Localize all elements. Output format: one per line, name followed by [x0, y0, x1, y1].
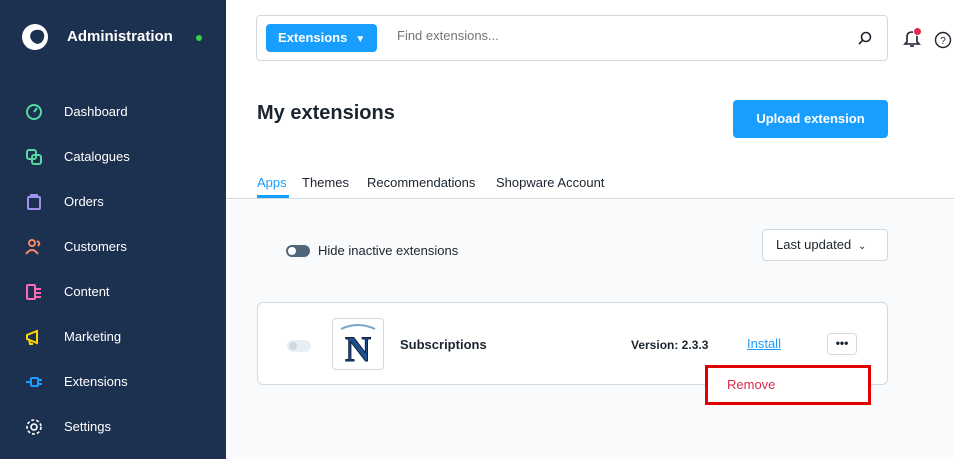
sidebar-item-label: Extensions [64, 374, 128, 389]
sidebar-item-label: Settings [64, 419, 111, 434]
sidebar-item-label: Catalogues [64, 149, 130, 164]
search-icon[interactable] [857, 30, 873, 46]
sidebar-item-extensions[interactable]: Extensions [0, 362, 226, 402]
notification-badge [913, 27, 922, 36]
sidebar-item-label: Customers [64, 239, 127, 254]
sort-select[interactable]: Last updated ⌄ [762, 229, 888, 261]
sidebar-item-label: Content [64, 284, 110, 299]
sidebar-item-content[interactable]: Content [0, 272, 226, 312]
sidebar-item-orders[interactable]: Orders [0, 182, 226, 222]
svg-text:?: ? [940, 36, 946, 47]
page-header: My extensions Upload extension Apps Them… [226, 76, 954, 199]
hide-inactive-toggle[interactable] [286, 245, 310, 257]
topbar: Extensions ▼ ? [226, 0, 954, 76]
tab-shopware-account[interactable]: Shopware Account [496, 175, 604, 190]
shopware-logo-icon[interactable] [22, 24, 48, 50]
remove-menu-item[interactable]: Remove [727, 377, 775, 392]
sidebar-item-customers[interactable]: Customers [0, 227, 226, 267]
main-content: Hide inactive extensions Last updated ⌄ … [226, 200, 954, 459]
extension-name: Subscriptions [400, 337, 487, 352]
search-type-label: Extensions [278, 30, 348, 45]
chevron-down-icon: ▼ [355, 34, 366, 45]
help-icon[interactable]: ? [934, 31, 952, 49]
active-tab-indicator [257, 195, 289, 198]
sidebar-item-label: Dashboard [64, 104, 128, 119]
app-title: Administration [67, 28, 173, 45]
gauge-icon [26, 104, 42, 120]
page-title: My extensions [257, 102, 395, 124]
sidebar-item-label: Orders [64, 194, 104, 209]
extension-logo-icon: N [340, 324, 376, 370]
sidebar-item-label: Marketing [64, 329, 122, 344]
plug-icon [26, 377, 42, 387]
install-link[interactable]: Install [747, 336, 781, 351]
status-dot [196, 35, 202, 41]
extension-logo: N [332, 318, 384, 370]
products-icon [26, 149, 42, 165]
search-type-select[interactable]: Extensions ▼ [266, 24, 378, 52]
gear-icon [26, 419, 42, 435]
more-actions-button[interactable]: ••• [827, 333, 857, 355]
brand-header: Administration [0, 0, 226, 75]
extension-active-toggle[interactable] [287, 340, 311, 352]
tab-themes[interactable]: Themes [302, 175, 349, 190]
context-menu: Remove [705, 365, 871, 405]
users-icon [25, 239, 41, 255]
global-search: Extensions ▼ [256, 15, 888, 61]
svg-text:N: N [345, 329, 371, 369]
sidebar-item-catalogues[interactable]: Catalogues [0, 137, 226, 177]
sidebar-item-dashboard[interactable]: Dashboard [0, 92, 226, 132]
sidebar-item-marketing[interactable]: Marketing [0, 317, 226, 357]
tab-apps[interactable]: Apps [257, 175, 287, 190]
sort-select-label: Last updated [776, 237, 852, 252]
tab-recommendations[interactable]: Recommendations [367, 175, 475, 190]
sidebar-item-settings[interactable]: Settings [0, 407, 226, 447]
chevron-down-icon: ⌄ [855, 241, 867, 252]
hide-inactive-label: Hide inactive extensions [318, 243, 459, 258]
sidebar: Administration Dashboard Catalogues Orde… [0, 0, 226, 459]
shopping-bag-icon [27, 194, 41, 210]
extension-version: Version: 2.3.3 [631, 338, 709, 352]
search-input[interactable] [397, 28, 797, 43]
megaphone-icon [26, 329, 38, 345]
content-icon [26, 284, 41, 300]
upload-extension-button[interactable]: Upload extension [733, 100, 888, 138]
